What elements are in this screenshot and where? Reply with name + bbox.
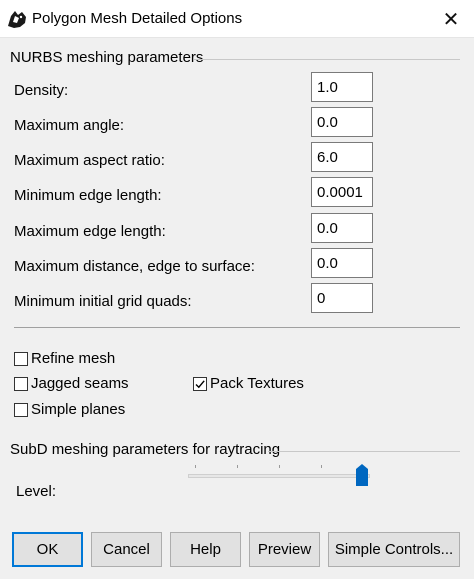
- maximum-angle-label: Maximum angle:: [14, 117, 125, 134]
- refine-mesh-box[interactable]: [14, 351, 28, 366]
- jagged-seams-box[interactable]: [14, 376, 28, 391]
- nurbs-section-title: NURBS meshing parameters: [10, 49, 204, 66]
- maximum-edge-length-input[interactable]: [311, 213, 373, 243]
- preview-button[interactable]: Preview: [249, 532, 320, 567]
- density-input[interactable]: [311, 72, 373, 102]
- maximum-aspect-ratio-label: Maximum aspect ratio:: [14, 152, 165, 169]
- simple-planes-checkbox[interactable]: Simple planes: [14, 401, 125, 418]
- maximum-angle-input[interactable]: [311, 107, 373, 137]
- level-label: Level:: [16, 483, 57, 500]
- rhino-app-icon: [6, 8, 28, 30]
- simple-planes-box[interactable]: [14, 402, 28, 417]
- maximum-distance-input[interactable]: [311, 248, 373, 278]
- jagged-seams-checkbox[interactable]: Jagged seams: [14, 375, 129, 392]
- slider-tick: [279, 465, 280, 468]
- refine-mesh-checkbox[interactable]: Refine mesh: [14, 350, 115, 367]
- refine-mesh-label: Refine mesh: [31, 350, 116, 367]
- slider-tick: [195, 465, 196, 468]
- close-icon: ✕: [442, 8, 460, 31]
- pack-textures-label: Pack Textures: [210, 375, 304, 392]
- check-icon: [195, 379, 205, 388]
- maximum-aspect-ratio-input[interactable]: [311, 142, 373, 172]
- slider-tick: [237, 465, 238, 468]
- maximum-distance-label: Maximum distance, edge to surface:: [14, 258, 255, 275]
- slider-tick: [321, 465, 322, 468]
- level-slider-track[interactable]: [188, 474, 370, 478]
- maximum-edge-length-label: Maximum edge length:: [14, 223, 166, 240]
- help-button[interactable]: Help: [170, 532, 241, 567]
- options-divider: [14, 327, 460, 328]
- pack-textures-checkbox[interactable]: Pack Textures: [193, 375, 304, 392]
- minimum-initial-grid-quads-input[interactable]: [311, 283, 373, 313]
- subd-section-line: [268, 451, 460, 452]
- density-label: Density:: [14, 82, 69, 99]
- simple-planes-label: Simple planes: [31, 401, 126, 418]
- minimum-edge-length-label: Minimum edge length:: [14, 187, 162, 204]
- level-slider-thumb[interactable]: [356, 464, 368, 490]
- minimum-edge-length-input[interactable]: [311, 177, 373, 207]
- window-title: Polygon Mesh Detailed Options: [32, 10, 243, 27]
- ok-button[interactable]: OK: [12, 532, 83, 567]
- title-bar: Polygon Mesh Detailed Options ✕: [0, 0, 474, 38]
- pack-textures-box[interactable]: [193, 376, 207, 391]
- minimum-initial-grid-quads-label: Minimum initial grid quads:: [14, 293, 192, 310]
- nurbs-section-line: [194, 59, 460, 60]
- close-button[interactable]: ✕: [428, 0, 474, 38]
- simple-controls-button[interactable]: Simple Controls...: [328, 532, 460, 567]
- jagged-seams-label: Jagged seams: [31, 375, 129, 392]
- cancel-button[interactable]: Cancel: [91, 532, 162, 567]
- subd-section-title: SubD meshing parameters for raytracing: [10, 441, 281, 458]
